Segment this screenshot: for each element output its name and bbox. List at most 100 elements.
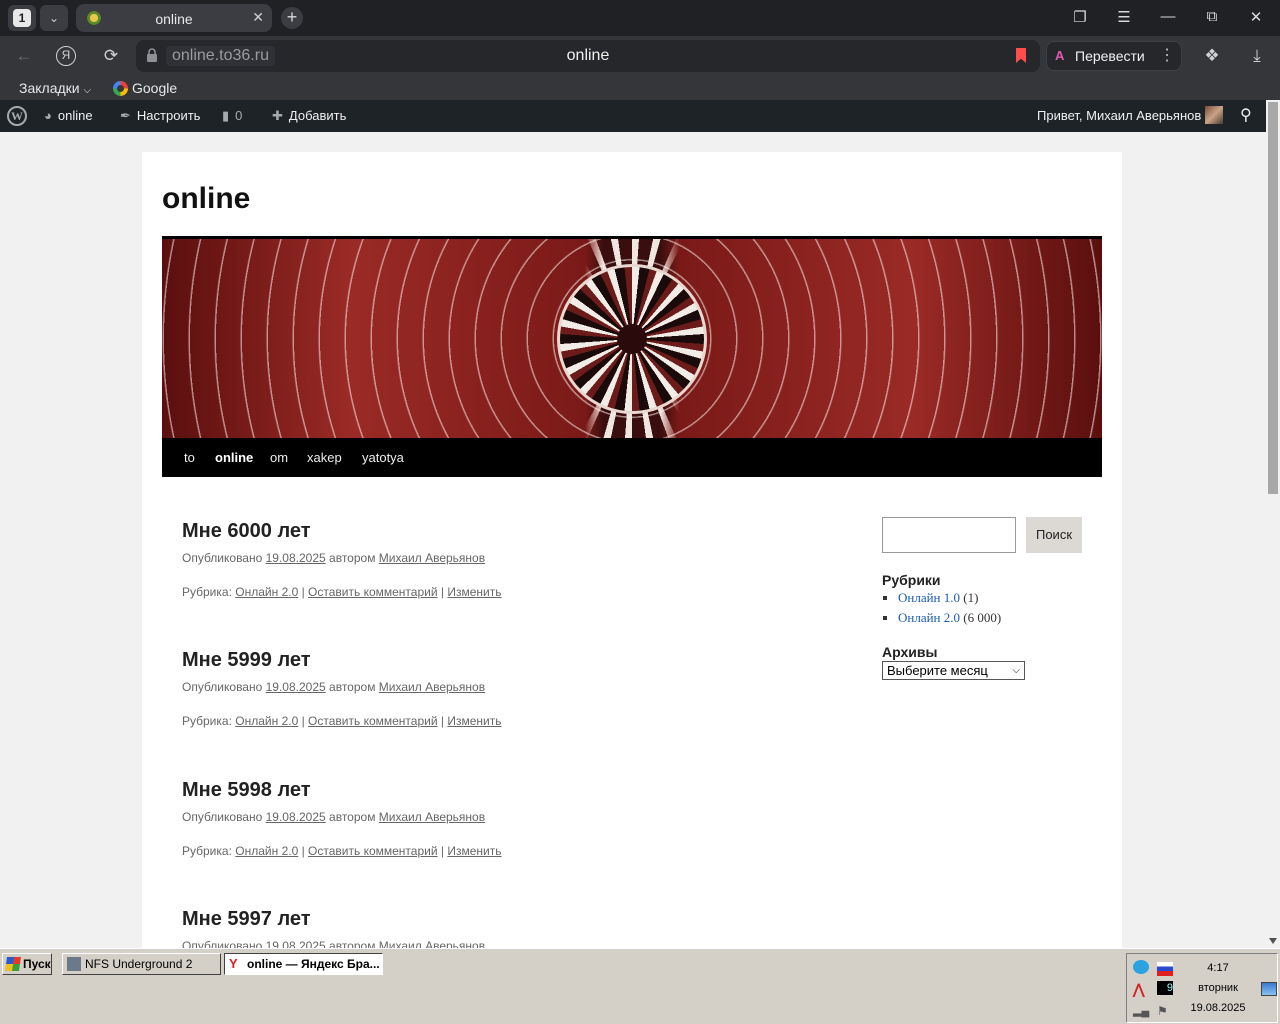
omnibox-page-title: online <box>566 47 610 64</box>
back-icon[interactable]: ← <box>13 45 35 67</box>
adminbar-add-new[interactable]: ✚ Добавить <box>272 100 346 132</box>
tab-list-chevron-icon[interactable]: ⌄ <box>40 5 68 31</box>
address-bar[interactable]: online.to36.ru online <box>136 40 1040 72</box>
post-meta: Опубликовано 19.08.2025 автором Михаил А… <box>182 680 822 694</box>
clock-weekday: вторник <box>1198 982 1238 994</box>
signal-icon[interactable]: ▂▄ <box>1133 1004 1149 1018</box>
clock-time[interactable]: 4:17 <box>1183 962 1253 974</box>
post-date-link[interactable]: 19.08.2025 <box>266 680 326 694</box>
close-tab-icon[interactable]: ✕ <box>252 9 264 26</box>
adminbar-add-label: Добавить <box>288 108 347 123</box>
adminbar-customize[interactable]: ✒ Настроить <box>120 100 200 132</box>
adminbar-comments[interactable]: ▮ 0 <box>222 100 242 132</box>
scrollbar-thumb[interactable] <box>1268 102 1278 494</box>
archives-select[interactable]: Выберите месяц ⌵ <box>882 661 1025 680</box>
antivirus-icon[interactable]: ⋀ <box>1133 982 1149 996</box>
edit-link[interactable]: Изменить <box>447 585 501 599</box>
meta-published: Опубликовано <box>182 810 263 824</box>
windows-taskbar: Пуск NFS Underground 2 Yonline — Яндекс … <box>0 948 1280 1024</box>
nav-item-online[interactable]: online <box>215 450 253 465</box>
translate-button[interactable]: A Перевести ⋮ <box>1046 41 1182 71</box>
avatar <box>1205 106 1224 124</box>
start-button[interactable]: Пуск <box>2 953 52 975</box>
nav-item-yatotya[interactable]: yatotya <box>362 450 404 465</box>
post-author-link[interactable]: Михаил Аверьянов <box>379 939 485 948</box>
desktop-icon[interactable] <box>1261 982 1277 996</box>
chevron-down-icon: ⌵ <box>83 85 92 96</box>
more-vertical-icon[interactable]: ⋮ <box>1159 45 1175 65</box>
post-author-link[interactable]: Михаил Аверьянов <box>379 551 485 565</box>
edit-link[interactable]: Изменить <box>447 844 501 858</box>
comment-icon: ▮ <box>222 108 230 123</box>
browser-tab[interactable]: online ✕ <box>76 4 272 32</box>
post-entry: Мне 6000 лет Опубликовано 19.08.2025 авт… <box>182 520 822 599</box>
post-title[interactable]: Мне 6000 лет <box>182 520 822 543</box>
post-date-link[interactable]: 19.08.2025 <box>266 939 326 948</box>
bookmark-google-label: Google <box>132 80 178 96</box>
category-link[interactable]: Онлайн 2.0 <box>235 585 298 599</box>
adminbar-account[interactable]: Привет, Михаил Аверьянов <box>1037 100 1224 132</box>
category-link[interactable]: Онлайн 2.0 <box>235 714 298 728</box>
post-title[interactable]: Мне 5999 лет <box>182 649 822 672</box>
browser-tab-strip: 1 ⌄ online ✕ + ❐ ☰ — ⧉ ✕ <box>0 0 1280 36</box>
flag-icon[interactable]: ⚑ <box>1157 1004 1173 1018</box>
yandex-browser-icon: Y <box>229 956 238 971</box>
menu-icon[interactable]: ☰ <box>1114 8 1134 26</box>
nav-item-xakep[interactable]: xakep <box>307 450 342 465</box>
telegram-icon[interactable] <box>1133 960 1149 974</box>
edit-link[interactable]: Изменить <box>447 714 501 728</box>
category-link[interactable]: Онлайн 2.0 <box>898 610 960 625</box>
adminbar-site[interactable]: ◕ online <box>44 100 93 132</box>
extensions-icon[interactable]: ❖ <box>1201 45 1223 67</box>
post-author-link[interactable]: Михаил Аверьянов <box>379 680 485 694</box>
adminbar-greeting: Привет, Михаил Аверьянов <box>1037 108 1202 123</box>
taskbar-item-browser[interactable]: Yonline — Яндекс Бра... <box>224 953 383 975</box>
yandex-icon[interactable]: Я <box>56 46 76 66</box>
brush-icon: ✒ <box>120 108 131 123</box>
translate-icon: A <box>1055 48 1065 63</box>
meta-published: Опубликовано <box>182 939 263 948</box>
leave-comment-link[interactable]: Оставить комментарий <box>308 585 438 599</box>
post-entry: Мне 5997 лет Опубликовано 19.08.2025 авт… <box>182 908 822 948</box>
search-input[interactable] <box>882 517 1016 553</box>
meta-published: Опубликовано <box>182 551 263 565</box>
site-title[interactable]: online <box>162 182 250 216</box>
new-tab-button[interactable]: + <box>281 7 303 29</box>
post-date-link[interactable]: 19.08.2025 <box>266 551 326 565</box>
collections-icon[interactable]: ❐ <box>1070 8 1090 26</box>
nav-item-om[interactable]: om <box>270 450 288 465</box>
taskbar-item-nfs[interactable]: NFS Underground 2 <box>62 953 221 975</box>
category-count: (1) <box>963 590 979 605</box>
category-link[interactable]: Онлайн 1.0 <box>898 590 960 605</box>
bookmark-google[interactable]: Google <box>113 80 177 96</box>
google-icon <box>113 81 128 96</box>
tray-counter-icon[interactable]: 9 <box>1157 981 1173 995</box>
category-link[interactable]: Онлайн 2.0 <box>235 844 298 858</box>
bookmarks-folder[interactable]: Закладки ⌵ <box>19 80 91 96</box>
header-image <box>162 236 1102 438</box>
minimize-icon[interactable]: — <box>1158 8 1178 25</box>
downloads-icon[interactable]: ⤓ <box>1246 45 1268 67</box>
post-author-link[interactable]: Михаил Аверьянов <box>379 810 485 824</box>
tab-counter-button[interactable]: 1 <box>8 5 36 31</box>
meta-by: автором <box>329 680 376 694</box>
search-button[interactable]: Поиск <box>1026 517 1082 553</box>
adminbar-search-icon[interactable]: ⚲ <box>1240 100 1252 132</box>
page-scrollbar[interactable] <box>1266 100 1280 948</box>
reload-icon[interactable]: ⟳ <box>100 45 122 67</box>
bookmarks-folder-label: Закладки <box>19 80 80 96</box>
nav-item-to[interactable]: to <box>184 450 195 465</box>
scroll-down-icon[interactable] <box>1269 938 1277 944</box>
web-viewport: W ◕ online ✒ Настроить ▮ 0 ✚ Добавить Привет… <box>0 100 1266 948</box>
post-date-link[interactable]: 19.08.2025 <box>266 810 326 824</box>
chevron-down-icon: ⌵ <box>1012 665 1020 676</box>
post-title[interactable]: Мне 5998 лет <box>182 779 822 802</box>
close-window-icon[interactable]: ✕ <box>1246 8 1266 26</box>
post-title[interactable]: Мне 5997 лет <box>182 908 822 931</box>
restore-icon[interactable]: ⧉ <box>1202 8 1222 25</box>
wordpress-icon[interactable]: W <box>7 106 27 126</box>
leave-comment-link[interactable]: Оставить комментарий <box>308 844 438 858</box>
language-flag-icon[interactable] <box>1157 962 1173 976</box>
post-meta: Опубликовано 19.08.2025 автором Михаил А… <box>182 939 822 948</box>
leave-comment-link[interactable]: Оставить комментарий <box>308 714 438 728</box>
